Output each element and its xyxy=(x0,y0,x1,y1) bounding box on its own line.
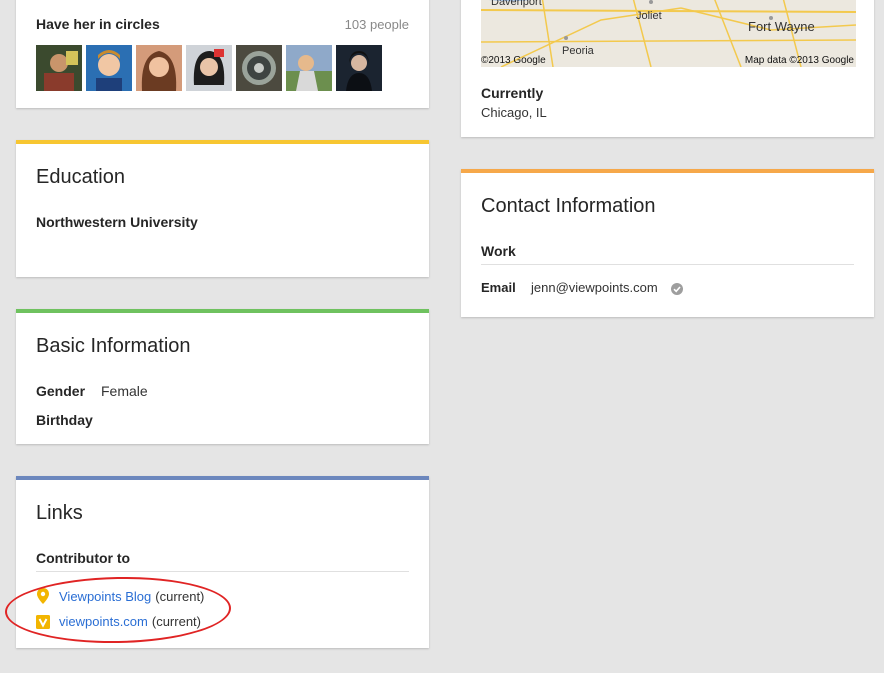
avatar-list xyxy=(36,45,382,91)
location-card: Davenport Joliet Fort Wayne Peoria ©2013… xyxy=(461,0,874,137)
map-label-peoria: Peoria xyxy=(562,45,594,57)
basic-info-title: Basic Information xyxy=(36,335,191,357)
contact-title: Contact Information xyxy=(481,195,656,217)
circles-count[interactable]: 103 people xyxy=(345,17,409,32)
avatar[interactable] xyxy=(286,45,332,91)
map-label-joliet: Joliet xyxy=(636,10,662,22)
map-copyright-right[interactable]: Map data ©2013 Google xyxy=(745,55,854,66)
contact-card: Contact Information Work Email jenn@view… xyxy=(461,169,874,317)
currently-label: Currently xyxy=(481,85,544,101)
map-label-fort-wayne: Fort Wayne xyxy=(748,19,815,34)
avatar[interactable] xyxy=(136,45,182,91)
avatar[interactable] xyxy=(336,45,382,91)
work-label: Work xyxy=(481,243,516,259)
gender-label: Gender xyxy=(36,383,86,399)
map-label-davenport: Davenport xyxy=(491,0,542,8)
contributor-label: Contributor to xyxy=(36,550,131,566)
links-title: Links xyxy=(36,502,83,524)
verified-check-icon xyxy=(671,283,683,295)
birthday-label: Birthday xyxy=(36,412,93,428)
gender-value: Female xyxy=(101,383,148,399)
avatar[interactable] xyxy=(236,45,282,91)
avatar[interactable] xyxy=(36,45,82,91)
map-copyright-left: ©2013 Google xyxy=(481,55,546,66)
divider xyxy=(36,571,409,572)
circles-card: Have her in circles 103 people xyxy=(16,0,429,108)
circles-title: Have her in circles xyxy=(36,16,160,32)
currently-value: Chicago, IL xyxy=(481,105,547,120)
education-card: Education Northwestern University xyxy=(16,140,429,277)
divider xyxy=(481,264,854,265)
email-value[interactable]: jenn@viewpoints.com xyxy=(531,280,658,295)
avatar[interactable] xyxy=(86,45,132,91)
email-label: Email xyxy=(481,280,516,295)
school-name: Northwestern University xyxy=(36,214,198,230)
avatar[interactable] xyxy=(186,45,232,91)
education-title: Education xyxy=(36,166,125,188)
basic-info-card: Basic Information Gender Female Birthday xyxy=(16,309,429,444)
